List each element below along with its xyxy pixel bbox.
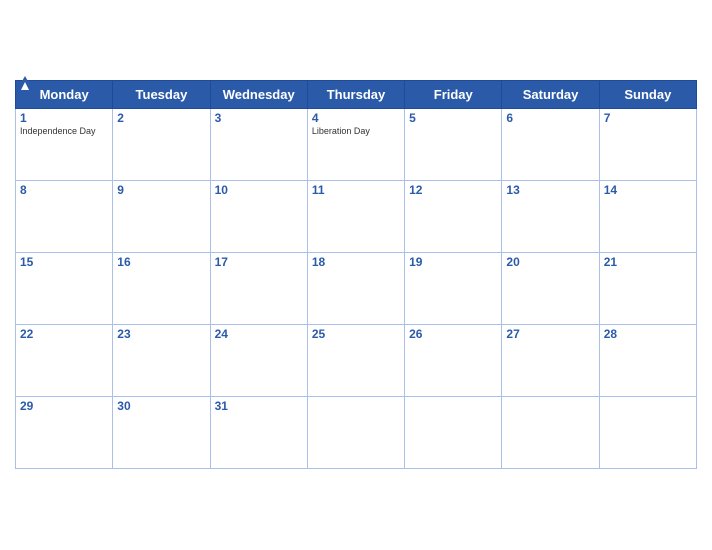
calendar-day-cell: 15	[16, 253, 113, 325]
calendar-day-cell: 6	[502, 109, 599, 181]
calendar-week-row: 22 23 24 25 26 27 28	[16, 325, 697, 397]
calendar-day-cell: 8	[16, 181, 113, 253]
calendar-day-cell: 7	[599, 109, 696, 181]
calendar-day-cell: 19	[405, 253, 502, 325]
calendar-day-cell: 21	[599, 253, 696, 325]
logo-row	[15, 76, 33, 90]
calendar-day-cell: 1Independence Day	[16, 109, 113, 181]
day-number: 23	[117, 327, 205, 341]
day-number: 17	[215, 255, 303, 269]
calendar-day-cell: 2	[113, 109, 210, 181]
header-tuesday: Tuesday	[113, 81, 210, 109]
calendar-week-row: 89 10 11 12 13 14	[16, 181, 697, 253]
day-number: 15	[20, 255, 108, 269]
calendar-day-cell: 25	[307, 325, 404, 397]
logo-icon	[17, 76, 33, 90]
day-number: 31	[215, 399, 303, 413]
day-number: 6	[506, 111, 594, 125]
day-number: 16	[117, 255, 205, 269]
calendar-day-cell: 30	[113, 397, 210, 469]
calendar-day-cell: 5	[405, 109, 502, 181]
calendar-day-cell: 29	[16, 397, 113, 469]
holiday-label: Liberation Day	[312, 126, 400, 137]
day-number: 12	[409, 183, 497, 197]
day-number: 1	[20, 111, 108, 125]
header-thursday: Thursday	[307, 81, 404, 109]
calendar-day-cell	[405, 397, 502, 469]
header-saturday: Saturday	[502, 81, 599, 109]
day-number: 18	[312, 255, 400, 269]
day-number: 13	[506, 183, 594, 197]
day-number: 21	[604, 255, 692, 269]
day-number: 8	[20, 183, 108, 197]
logo	[15, 76, 33, 90]
calendar-day-cell: 23	[113, 325, 210, 397]
calendar-day-cell: 16	[113, 253, 210, 325]
day-number: 5	[409, 111, 497, 125]
calendar-day-cell: 31	[210, 397, 307, 469]
weekday-header-row: Monday Tuesday Wednesday Thursday Friday…	[16, 81, 697, 109]
header-wednesday: Wednesday	[210, 81, 307, 109]
day-number: 25	[312, 327, 400, 341]
holiday-label: Independence Day	[20, 126, 108, 137]
day-number: 22	[20, 327, 108, 341]
calendar-day-cell: 27	[502, 325, 599, 397]
calendar-day-cell: 10	[210, 181, 307, 253]
day-number: 7	[604, 111, 692, 125]
calendar-day-cell	[599, 397, 696, 469]
day-number: 27	[506, 327, 594, 341]
calendar-week-row: 15 16 17 18 19 20 21	[16, 253, 697, 325]
day-number: 28	[604, 327, 692, 341]
calendar-day-cell: 14	[599, 181, 696, 253]
day-number: 2	[117, 111, 205, 125]
calendar-day-cell: 4Liberation Day	[307, 109, 404, 181]
calendar-week-row: 1Independence Day234Liberation Day567	[16, 109, 697, 181]
day-number: 10	[215, 183, 303, 197]
day-number: 14	[604, 183, 692, 197]
calendar-day-cell: 26	[405, 325, 502, 397]
day-number: 20	[506, 255, 594, 269]
calendar-day-cell	[502, 397, 599, 469]
calendar-day-cell: 28	[599, 325, 696, 397]
calendar-week-row: 29 30 31	[16, 397, 697, 469]
calendar-day-cell: 22	[16, 325, 113, 397]
calendar-day-cell: 9	[113, 181, 210, 253]
calendar-day-cell: 12	[405, 181, 502, 253]
day-number: 9	[117, 183, 205, 197]
day-number: 30	[117, 399, 205, 413]
calendar-day-cell: 20	[502, 253, 599, 325]
day-number: 29	[20, 399, 108, 413]
calendar-day-cell: 18	[307, 253, 404, 325]
header-friday: Friday	[405, 81, 502, 109]
day-number: 26	[409, 327, 497, 341]
calendar-container: Monday Tuesday Wednesday Thursday Friday…	[0, 66, 712, 484]
calendar-day-cell: 13	[502, 181, 599, 253]
day-number: 19	[409, 255, 497, 269]
day-number: 3	[215, 111, 303, 125]
day-number: 11	[312, 183, 400, 197]
calendar-day-cell	[307, 397, 404, 469]
calendar-day-cell: 3	[210, 109, 307, 181]
day-number: 4	[312, 111, 400, 125]
calendar-day-cell: 24	[210, 325, 307, 397]
calendar-day-cell: 11	[307, 181, 404, 253]
calendar-table: Monday Tuesday Wednesday Thursday Friday…	[15, 80, 697, 469]
day-number: 24	[215, 327, 303, 341]
calendar-day-cell: 17	[210, 253, 307, 325]
header-sunday: Sunday	[599, 81, 696, 109]
